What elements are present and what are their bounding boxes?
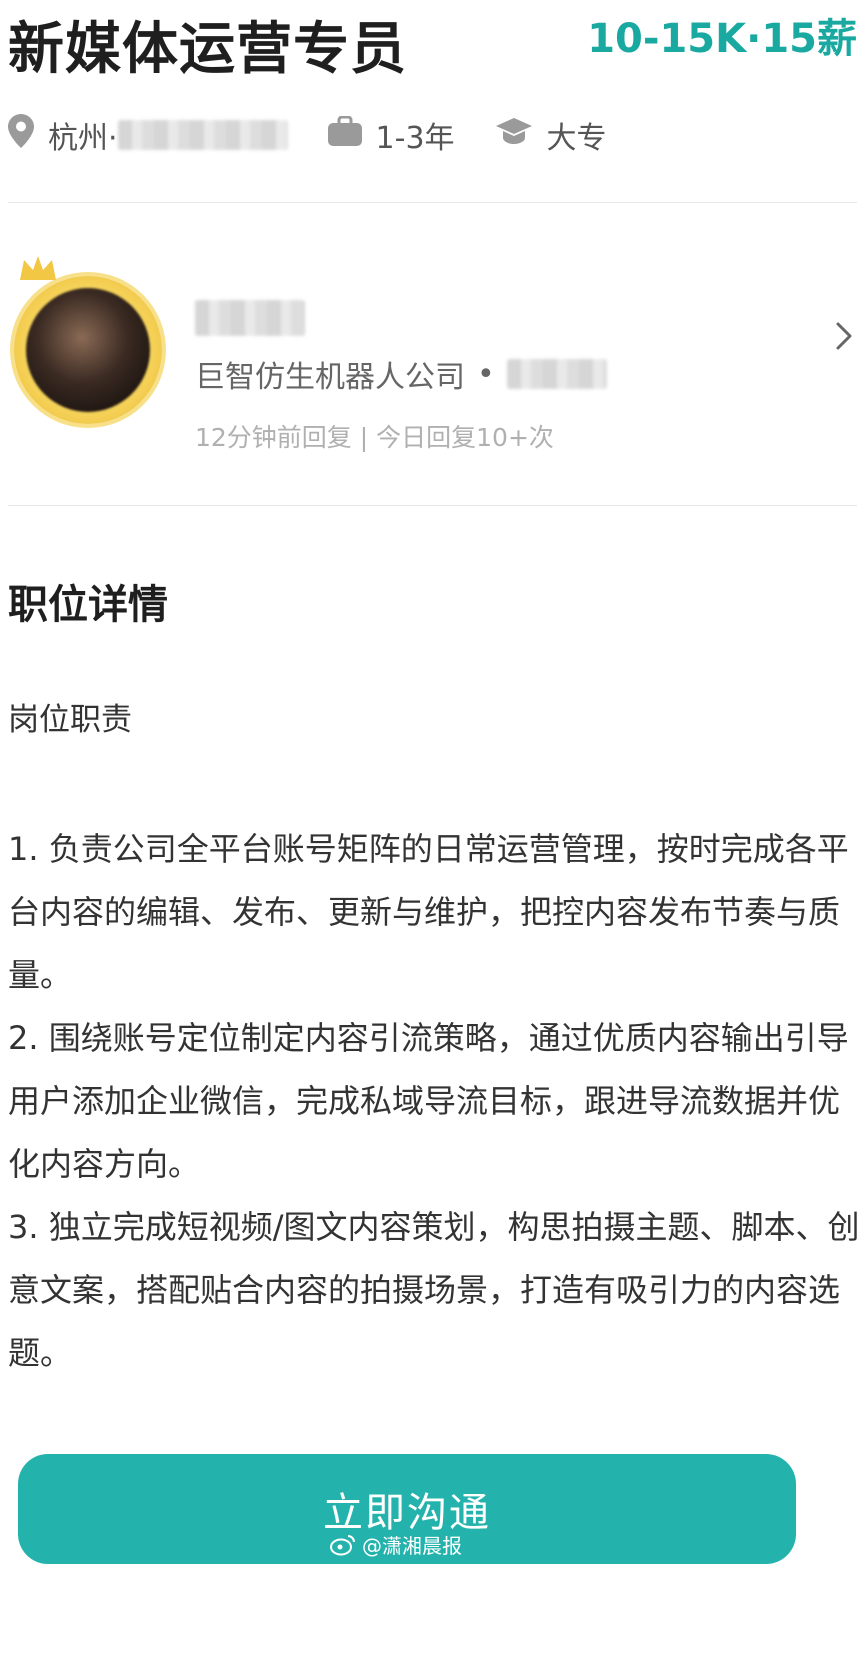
reply-status: 12分钟前回复 | 今日回复10+次 — [195, 423, 554, 452]
avatar — [26, 288, 150, 412]
company-name: 巨智仿生机器人公司 — [195, 360, 465, 395]
duty-paragraph: 3. 独立完成短视频/图文内容策划，构思拍摄主题、脚本、创意文案，搭配贴合内容的… — [8, 1208, 860, 1372]
job-title: 新媒体运营专员 — [8, 17, 407, 82]
company-separator: • — [477, 356, 495, 392]
job-meta-row: 杭州· 1-3年 大专 — [8, 110, 647, 160]
duty-paragraph: 2. 围绕账号定位制定内容引流策略，通过优质内容输出引导用户添加企业微信，完成私… — [8, 1019, 849, 1183]
header-divider — [8, 202, 857, 203]
section-title-job-details: 职位详情 — [8, 582, 168, 628]
recruiter-title-blurred — [506, 359, 607, 389]
location-text: 杭州· — [48, 121, 118, 156]
weibo-icon — [330, 1534, 355, 1555]
location-pin-icon — [8, 114, 48, 156]
recruiter-company-line: 巨智仿生机器人公司 • — [195, 352, 607, 396]
recruiter-avatar-frame — [14, 276, 162, 424]
salary-range: 10-15K·15薪 — [587, 16, 857, 62]
job-detail-page: 新媒体运营专员 10-15K·15薪 杭州· 1-3年 大专 巨智仿生机器人公司… — [0, 0, 865, 1671]
recruiter-divider — [8, 505, 857, 506]
graduation-cap-icon — [495, 116, 547, 154]
experience-text: 1-3年 — [375, 121, 455, 156]
crown-icon — [20, 256, 56, 280]
location-district-blurred — [117, 120, 288, 150]
education-meta: 大专 — [495, 113, 607, 157]
duty-paragraph: 1. 负责公司全平台账号矩阵的日常运营管理，按时完成各平台内容的编辑、发布、更新… — [8, 830, 849, 994]
location-meta: 杭州· — [8, 113, 288, 157]
recruiter-name-blurred — [195, 300, 305, 336]
watermark-text: @潇湘晨报 — [362, 1534, 462, 1558]
education-text: 大专 — [546, 121, 607, 156]
experience-meta: 1-3年 — [327, 113, 455, 157]
job-description: 1. 负责公司全平台账号矩阵的日常运营管理，按时完成各平台内容的编辑、发布、更新… — [8, 818, 860, 1385]
weibo-watermark: @潇湘晨报 — [330, 1530, 462, 1559]
briefcase-icon — [327, 115, 376, 154]
chevron-right-icon[interactable] — [833, 316, 857, 356]
section-subtitle-duties: 岗位职责 — [8, 702, 132, 738]
